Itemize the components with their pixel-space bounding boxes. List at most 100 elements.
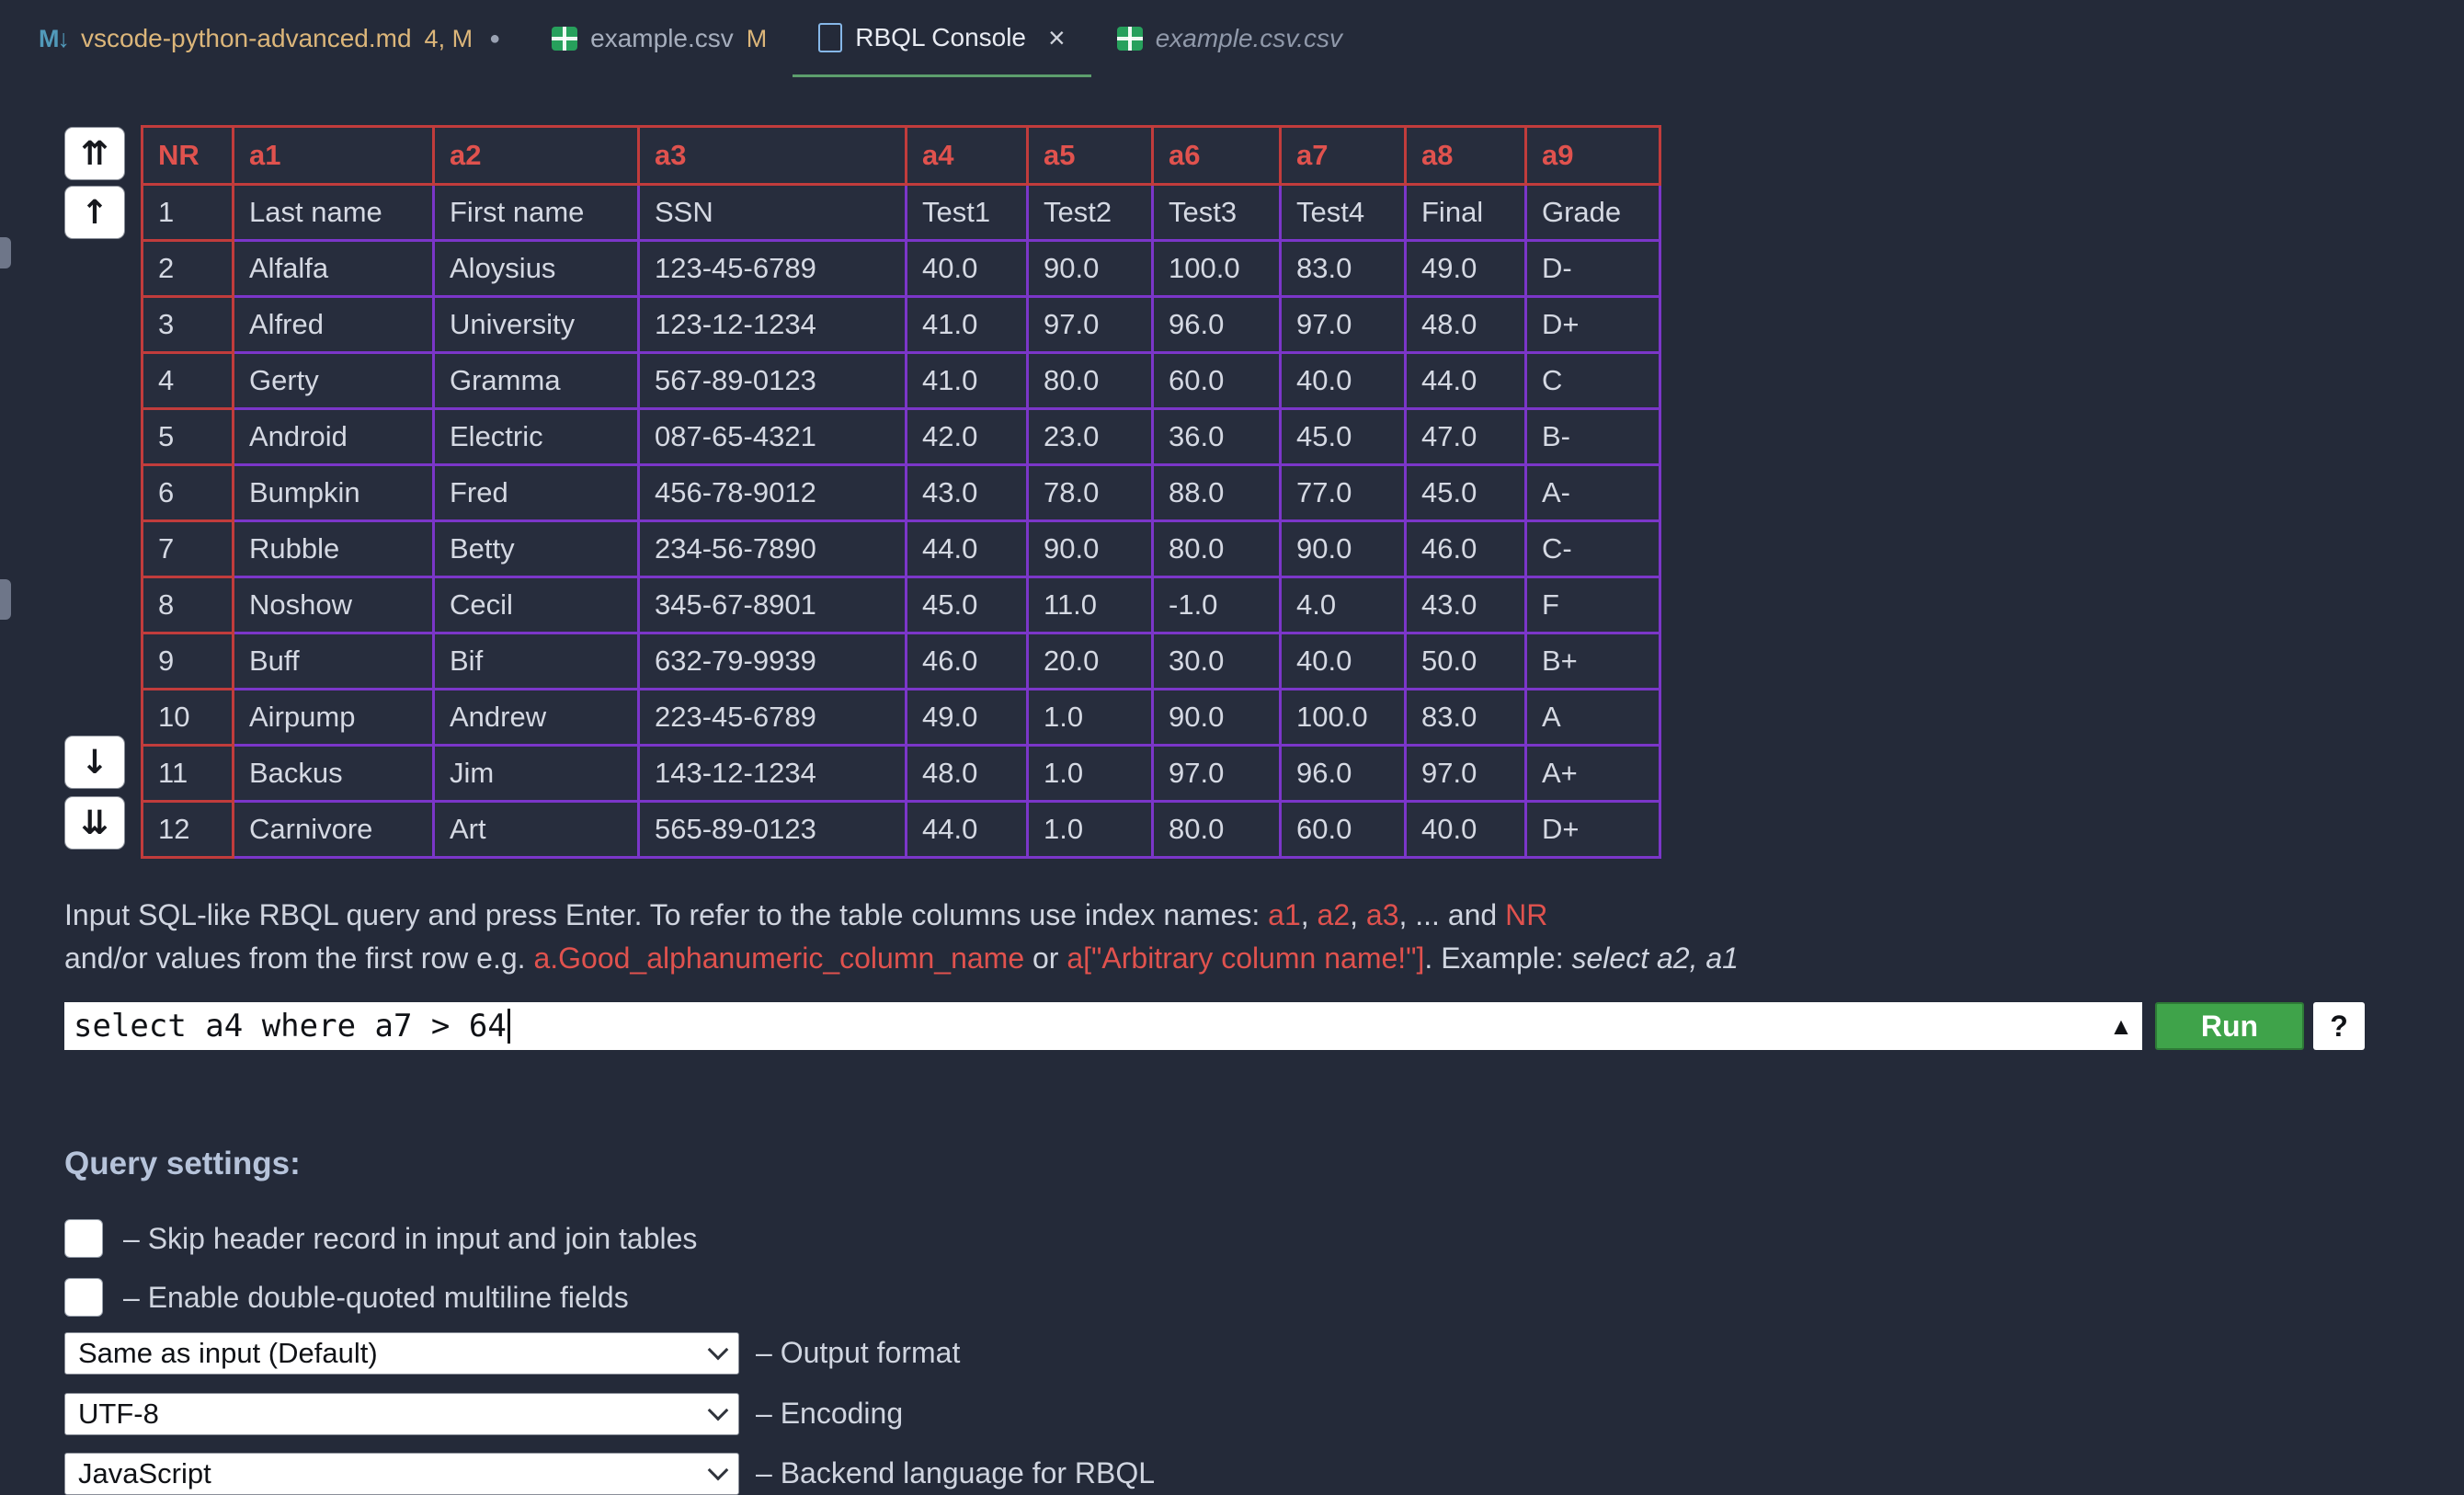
table-cell: 36.0 — [1153, 409, 1281, 465]
table-cell: 44.0 — [907, 521, 1028, 577]
table-cell: 234-56-7890 — [639, 521, 907, 577]
table-cell: 43.0 — [907, 465, 1028, 521]
select-label: – Backend language for RBQL — [756, 1456, 1155, 1490]
table-cell: 1.0 — [1028, 746, 1153, 802]
skip-header-checkbox[interactable] — [64, 1219, 103, 1258]
table-cell: Final — [1406, 185, 1526, 241]
table-cell: Grade — [1526, 185, 1660, 241]
editor-tab-bar: M↓ vscode-python-advanced.md 4, M ● exam… — [0, 0, 2464, 77]
instructions-line1: Input SQL-like RBQL query and press Ente… — [64, 894, 1739, 937]
table-cell: 77.0 — [1281, 465, 1406, 521]
checkbox-label: – Enable double-quoted multiline fields — [123, 1281, 629, 1315]
table-cell: 1.0 — [1028, 690, 1153, 746]
skip-header-row: – Skip header record in input and join t… — [64, 1217, 697, 1260]
output-format-select[interactable]: Same as input (Default) — [64, 1332, 739, 1375]
backend-language-row: JavaScript – Backend language for RBQL — [64, 1452, 1155, 1495]
tab-vscode-python-advanced-md[interactable]: M↓ vscode-python-advanced.md 4, M ● — [13, 0, 526, 77]
column-header-NR: NR — [143, 127, 234, 185]
table-row: 2AlfalfaAloysius123-45-678940.090.0100.0… — [143, 241, 1660, 297]
encoding-select[interactable]: UTF-8 — [64, 1393, 739, 1435]
row-number-cell: 9 — [143, 633, 234, 690]
table-cell: 123-45-6789 — [639, 241, 907, 297]
table-row: 9BuffBif632-79-993946.020.030.040.050.0B… — [143, 633, 1660, 690]
instruction-segment: a3 — [1366, 898, 1399, 931]
instruction-segment: a["Arbitrary column name!"] — [1067, 942, 1424, 975]
table-cell: 48.0 — [907, 746, 1028, 802]
run-button[interactable]: Run — [2155, 1002, 2304, 1050]
instruction-segment: a.Good_alphanumeric_column_name — [533, 942, 1024, 975]
table-row: 8NoshowCecil345-67-890145.011.0-1.04.043… — [143, 577, 1660, 633]
text-caret — [508, 1009, 510, 1044]
table-cell: 11.0 — [1028, 577, 1153, 633]
table-row: 10AirpumpAndrew223-45-678949.01.090.0100… — [143, 690, 1660, 746]
column-header-a3: a3 — [639, 127, 907, 185]
table-cell: Backus — [234, 746, 434, 802]
table-cell: 223-45-6789 — [639, 690, 907, 746]
table-cell: Test3 — [1153, 185, 1281, 241]
multiline-fields-row: – Enable double-quoted multiline fields — [64, 1276, 629, 1318]
instruction-segment: , — [1301, 898, 1318, 931]
modified-dot-icon: ● — [489, 29, 500, 50]
table-cell: 80.0 — [1153, 521, 1281, 577]
table-cell: 90.0 — [1028, 241, 1153, 297]
table-row: 5AndroidElectric087-65-432142.023.036.04… — [143, 409, 1660, 465]
instruction-segment: or — [1024, 942, 1067, 975]
table-cell: 60.0 — [1281, 802, 1406, 858]
table-cell: 100.0 — [1281, 690, 1406, 746]
table-cell: SSN — [639, 185, 907, 241]
tab-rbql-console[interactable]: RBQL Console × — [793, 0, 1090, 77]
table-cell: Noshow — [234, 577, 434, 633]
row-number-cell: 12 — [143, 802, 234, 858]
table-cell: Jim — [434, 746, 639, 802]
backend-language-select[interactable]: JavaScript — [64, 1453, 739, 1495]
table-cell: 45.0 — [907, 577, 1028, 633]
select-value: Same as input (Default) — [78, 1337, 711, 1370]
table-cell: Aloysius — [434, 241, 639, 297]
scroll-down-button[interactable]: ↓ — [64, 736, 125, 789]
scroll-to-top-button[interactable]: ⇈ — [64, 127, 125, 180]
column-header-a8: a8 — [1406, 127, 1526, 185]
table-cell: Last name — [234, 185, 434, 241]
query-history-button[interactable]: ▲ — [2100, 1002, 2142, 1050]
tab-example-csv-csv[interactable]: example.csv.csv — [1091, 0, 1368, 77]
column-header-a7: a7 — [1281, 127, 1406, 185]
help-button[interactable]: ? — [2313, 1002, 2365, 1050]
table-cell: A — [1526, 690, 1660, 746]
table-cell: 40.0 — [1281, 353, 1406, 409]
table-cell: A+ — [1526, 746, 1660, 802]
table-cell: C- — [1526, 521, 1660, 577]
multiline-fields-checkbox[interactable] — [64, 1278, 103, 1317]
csv-file-icon — [552, 27, 577, 51]
table-cell: B- — [1526, 409, 1660, 465]
column-header-a9: a9 — [1526, 127, 1660, 185]
close-icon[interactable]: × — [1048, 23, 1066, 52]
table-cell: Rubble — [234, 521, 434, 577]
table-cell: 78.0 — [1028, 465, 1153, 521]
csv-preview-table: NRa1a2a3a4a5a6a7a8a9 1Last nameFirst nam… — [141, 125, 1661, 859]
table-cell: Betty — [434, 521, 639, 577]
select-label: – Output format — [756, 1336, 960, 1370]
scroll-to-bottom-button[interactable]: ⇊ — [64, 796, 125, 850]
table-row: 4GertyGramma567-89-012341.080.060.040.04… — [143, 353, 1660, 409]
table-cell: 30.0 — [1153, 633, 1281, 690]
instruction-segment: a2 — [1318, 898, 1351, 931]
column-header-a4: a4 — [907, 127, 1028, 185]
table-cell: 97.0 — [1028, 297, 1153, 353]
tab-example-csv[interactable]: example.csv M — [526, 0, 793, 77]
table-cell: B+ — [1526, 633, 1660, 690]
table-cell: 46.0 — [907, 633, 1028, 690]
query-input[interactable]: select a4 where a7 > 64 — [64, 1002, 2100, 1050]
table-cell: Test1 — [907, 185, 1028, 241]
scroll-up-button[interactable]: ↑ — [64, 186, 125, 239]
tab-git-badge: M — [747, 25, 768, 53]
left-edge-mark — [0, 579, 11, 620]
row-number-cell: 11 — [143, 746, 234, 802]
table-cell: Cecil — [434, 577, 639, 633]
row-number-cell: 10 — [143, 690, 234, 746]
table-cell: 47.0 — [1406, 409, 1526, 465]
table-cell: -1.0 — [1153, 577, 1281, 633]
chevron-down-icon — [708, 1340, 729, 1361]
table-cell: 88.0 — [1153, 465, 1281, 521]
row-number-cell: 4 — [143, 353, 234, 409]
table-cell: 40.0 — [1281, 633, 1406, 690]
